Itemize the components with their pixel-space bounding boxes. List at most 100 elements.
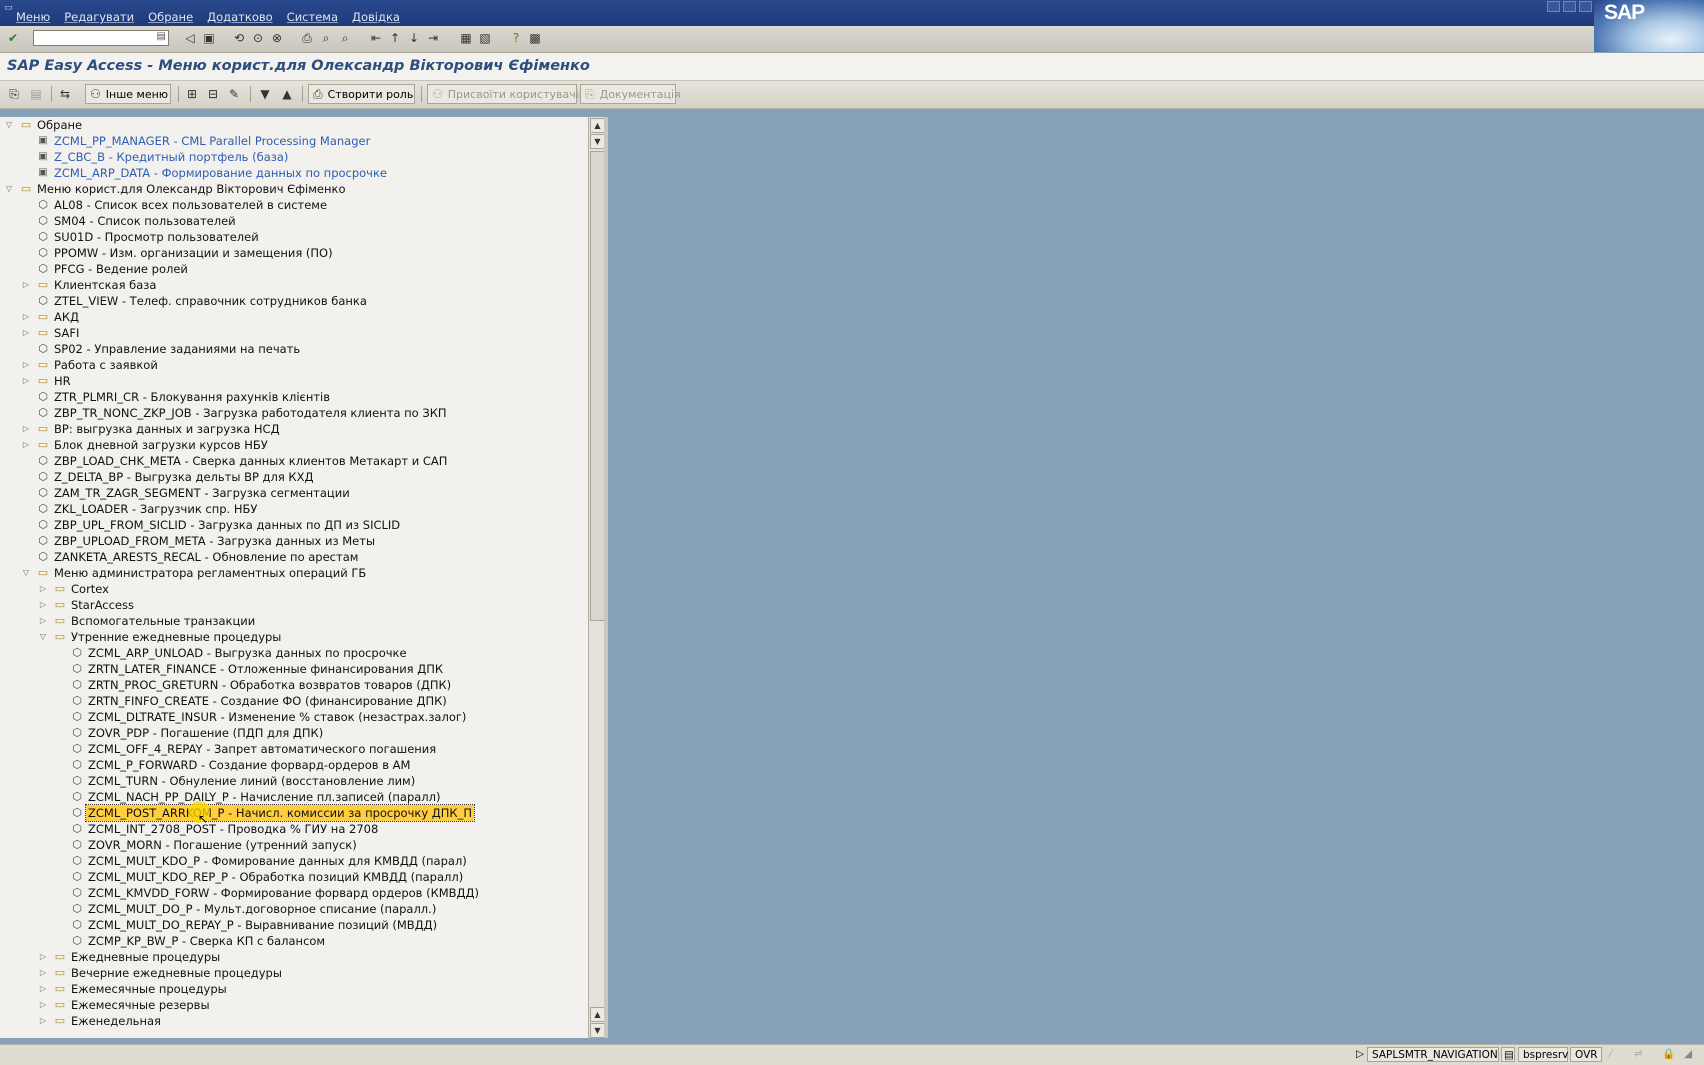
tree-transaction[interactable]: ⬡ PPOMW - Изм. организации и замещения (П… <box>0 245 590 261</box>
expand-icon[interactable]: ▷ <box>38 597 48 613</box>
expand-icon[interactable]: ▷ <box>21 421 31 437</box>
scrollbar-thumb[interactable] <box>590 151 605 621</box>
first-page-icon[interactable]: ⇤ <box>368 30 384 46</box>
expand-icon[interactable]: ▷ <box>38 997 48 1013</box>
tree-transaction[interactable]: ⬡ ZAM_TR_ZAGR_SEGMENT - Загрузка сегмента… <box>0 485 590 501</box>
tree-transaction[interactable]: ▣ ZCML_PP_MANAGER - CML Parallel Processi… <box>0 133 590 149</box>
change-favorite-icon[interactable]: ✎ <box>225 85 243 103</box>
tree-transaction[interactable]: ▣ ZCML_ARP_DATA - Формирование данных по … <box>0 165 590 181</box>
cancel-icon[interactable]: ⊗ <box>269 30 285 46</box>
system-menu-icon[interactable]: ▭ <box>4 3 13 13</box>
tree-transaction[interactable]: ⬡ ZCML_ARP_UNLOAD - Выгрузка данных по пр… <box>0 645 590 661</box>
tree-transaction[interactable]: ⬡ ZOVR_PDP - Погашение (ПДП для ДПК) <box>0 725 590 741</box>
expand-icon[interactable]: ▷ <box>21 357 31 373</box>
collapse-icon[interactable]: ▽ <box>21 565 31 581</box>
tree-transaction[interactable]: ⬡ ZRTN_PROC_GRETURN - Обработка возвратов… <box>0 677 590 693</box>
tree-transaction[interactable]: ⬡ ZCML_KMVDD_FORW - Формирование форвард … <box>0 885 590 901</box>
tree-transaction[interactable]: ⬡ ZCMP_KP_BW_P - Сверка КП с балансом <box>0 933 590 949</box>
sap-menu-icon[interactable]: ▤ <box>27 85 45 103</box>
command-history-icon[interactable]: ▤ <box>157 31 166 42</box>
tree-folder[interactable]: ▷ ▭ Ежедневные процедуры <box>0 949 590 965</box>
tree-transaction[interactable]: ⬡ ZCML_P_FORWARD - Создание форвард-ордер… <box>0 757 590 773</box>
collapse-icon[interactable]: ▽ <box>4 117 14 133</box>
tree-transaction[interactable]: ⬡ ZBP_UPLOAD_FROM_META - Загрузка данных … <box>0 533 590 549</box>
minimize-button[interactable] <box>1547 1 1560 12</box>
expand-icon[interactable]: ▷ <box>21 437 31 453</box>
scroll-top-button[interactable]: ▼ <box>590 134 605 149</box>
status-expand-icon[interactable]: ▷ <box>1352 1047 1368 1062</box>
tree-transaction[interactable]: ⬡ Z_DELTA_BP - Выгрузка дельты BP для КХД <box>0 469 590 485</box>
maximize-button[interactable] <box>1563 1 1576 12</box>
documentation-button[interactable]: ⎘ Документація <box>580 84 681 104</box>
next-page-icon[interactable]: ↓ <box>406 30 422 46</box>
tree-transaction[interactable]: ▣ Z_CBC_B - Кредитный портфель (база) <box>0 149 590 165</box>
tree-folder[interactable]: ▷ ▭ Ежемесячные резервы <box>0 997 590 1013</box>
tree-transaction[interactable]: ⬡ SP02 - Управление заданиями на печать <box>0 341 590 357</box>
tree-transaction[interactable]: ⬡ ZCML_MULT_DO_REPAY_P - Выравнивание поз… <box>0 917 590 933</box>
other-menu-folder-icon[interactable]: ⇆ <box>56 85 74 103</box>
tree-transaction[interactable]: ⬡ ZCML_DLTRATE_INSUR - Изменение % ставок… <box>0 709 590 725</box>
save-icon[interactable]: ▣ <box>201 30 217 46</box>
expand-icon[interactable]: ▷ <box>21 309 31 325</box>
tree-folder[interactable]: ▽ ▭ Меню корист.для Олександр Вікторович Є… <box>0 181 590 197</box>
tree-transaction[interactable]: ⬡ ZCML_MULT_KDO_P - Фомирование данных дл… <box>0 853 590 869</box>
tree-transaction[interactable]: ⬡ ZBP_LOAD_CHK_META - Сверка данных клиен… <box>0 453 590 469</box>
expand-icon[interactable]: ▷ <box>38 581 48 597</box>
expand-icon[interactable]: ▷ <box>38 965 48 981</box>
expand-icon[interactable]: ▷ <box>38 981 48 997</box>
assign-users-button[interactable]: ⚇ Присвоїти користувачів <box>427 84 585 104</box>
exit-icon[interactable]: ⊙ <box>250 30 266 46</box>
collapse-icon[interactable]: ▽ <box>38 629 48 645</box>
create-role-button[interactable]: ⎙ Створити роль <box>308 84 415 104</box>
expand-icon[interactable]: ▷ <box>21 325 31 341</box>
menu-item-extras[interactable]: Додатково <box>207 10 273 26</box>
tree-transaction[interactable]: ⬡ ZCML_MULT_DO_P - Мульт.договорное списа… <box>0 901 590 917</box>
tree-transaction[interactable]: ⬡ ZKL_LOADER - Загрузчик спр. НБУ <box>0 501 590 517</box>
expand-icon[interactable]: ▷ <box>38 1013 48 1029</box>
tree-folder[interactable]: ▷ ▭ Блок дневной загрузки курсов НБУ <box>0 437 590 453</box>
tree-folder[interactable]: ▷ ▭ Ежемесячные процедуры <box>0 981 590 997</box>
scroll-down-button[interactable]: ▼ <box>590 1023 605 1038</box>
tree-folder[interactable]: ▽ ▭ Обране <box>0 117 590 133</box>
menu-item-favorites[interactable]: Обране <box>148 10 193 26</box>
tree-folder[interactable]: ▷ ▭ Вечерние ежедневные процедуры <box>0 965 590 981</box>
menu-item-edit[interactable]: Редагувати <box>64 10 134 26</box>
tree-transaction[interactable]: ⬡ ZTEL_VIEW - Телеф. справочник сотрудник… <box>0 293 590 309</box>
shortcut-icon[interactable]: ▧ <box>477 30 493 46</box>
menu-item-menu[interactable]: Меню <box>16 10 50 26</box>
back-nav-icon[interactable]: ⟲ <box>231 30 247 46</box>
expand-icon[interactable]: ▷ <box>38 949 48 965</box>
help-icon[interactable]: ? <box>508 30 524 46</box>
status-session-icon[interactable]: ▤ <box>1501 1047 1515 1062</box>
status-mode[interactable]: OVR <box>1570 1047 1602 1062</box>
tree-folder[interactable]: ▽ ▭ Меню администратора регламентных опера… <box>0 565 590 581</box>
other-menu-button[interactable]: ⚇ Інше меню <box>85 84 171 104</box>
scroll-bottom-button[interactable]: ▲ <box>590 1007 605 1022</box>
layout-icon[interactable]: ▩ <box>527 30 543 46</box>
expand-icon[interactable]: ▷ <box>21 373 31 389</box>
tree-transaction[interactable]: ⬡ ZOVR_MORN - Погашение (утренний запуск) <box>0 837 590 853</box>
print-icon[interactable]: ⎙ <box>299 30 315 46</box>
tree-folder[interactable]: ▽ ▭ Утренние ежедневные процедуры <box>0 629 590 645</box>
expand-icon[interactable]: ▷ <box>21 277 31 293</box>
tree-transaction[interactable]: ⬡ SM04 - Список пользователей <box>0 213 590 229</box>
tree-folder[interactable]: ▷ ▭ SAFI <box>0 325 590 341</box>
scroll-up-button[interactable]: ▲ <box>590 118 605 133</box>
find-next-icon[interactable]: ⌕ <box>337 30 353 46</box>
tree-folder[interactable]: ▷ ▭ Вспомогательные транзакции <box>0 613 590 629</box>
tree-transaction[interactable]: ⬡ ZCML_MULT_KDO_REP_P - Обработка позиций… <box>0 869 590 885</box>
expand-icon[interactable]: ▷ <box>38 613 48 629</box>
tree-folder[interactable]: ▷ ▭ Работа с заявкой <box>0 357 590 373</box>
tree-folder[interactable]: ▷ ▭ StarAccess <box>0 597 590 613</box>
tree-folder[interactable]: ▷ ▭ HR <box>0 373 590 389</box>
move-up-icon[interactable]: ▲ <box>278 85 296 103</box>
tree-folder[interactable]: ▷ ▭ Cortex <box>0 581 590 597</box>
tree-transaction[interactable]: ⬡ ZCML_POST_ARRKOM_P - Начисл. комиссии з… <box>0 804 590 822</box>
new-session-icon[interactable]: ▦ <box>458 30 474 46</box>
menu-item-help[interactable]: Довідка <box>352 10 400 26</box>
prev-page-icon[interactable]: ↑ <box>387 30 403 46</box>
tree-transaction[interactable]: ⬡ ZRTN_FINFO_CREATE - Создание ФО (финанс… <box>0 693 590 709</box>
tree-transaction[interactable]: ⬡ ZTR_PLMRI_CR - Блокування рахунків кліє… <box>0 389 590 405</box>
tree-transaction[interactable]: ⬡ ZCML_NACH_PP_DAILY_P - Начисление пл.за… <box>0 789 590 805</box>
enter-icon[interactable]: ✔ <box>5 30 21 46</box>
